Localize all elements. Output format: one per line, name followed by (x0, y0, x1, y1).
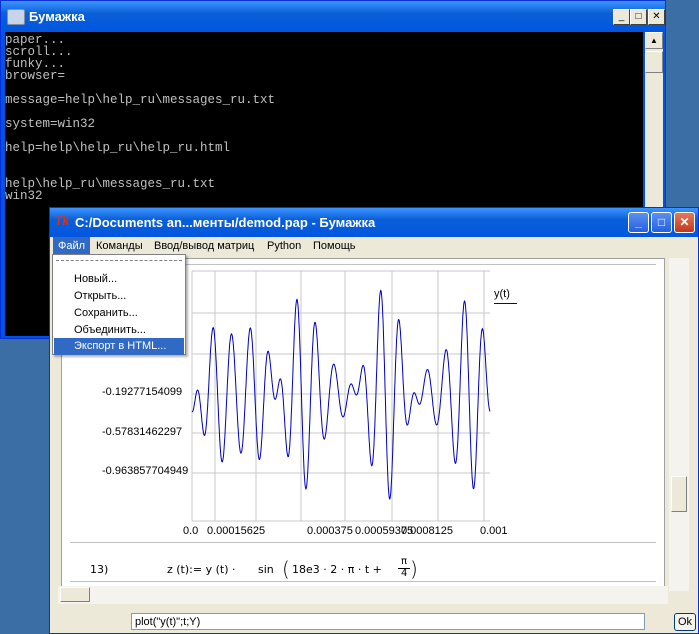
menu-item-export-html[interactable]: Экспорт в HTML... (54, 338, 184, 355)
maximize-button[interactable]: □ (630, 9, 647, 25)
minimize-button[interactable]: _ (613, 9, 630, 25)
y-tick-label: -0.19277154099 (102, 386, 183, 398)
scroll-up-arrow-icon[interactable]: ▲ (645, 32, 663, 49)
x-tick-label: 0.001 (480, 525, 508, 537)
console-titlebar[interactable]: Бумажка _ □ ✕ (1, 1, 665, 32)
console-app-icon (7, 9, 25, 25)
menu-help[interactable]: Помощь (308, 237, 361, 256)
formula-args: 18e3 · 2 · π · t + (292, 563, 382, 576)
legend-label: y(t) (494, 288, 510, 300)
minimize-button[interactable]: _ (628, 212, 649, 233)
formula-paren-right: ) (410, 557, 418, 581)
file-menu-dropdown: Новый... Открыть... Сохранить... Объедин… (52, 254, 186, 355)
y-tick-label: -0.963857704949 (102, 465, 189, 477)
menu-item-open[interactable]: Открыть... (54, 288, 184, 305)
menu-item-merge[interactable]: Объединить... (54, 322, 184, 339)
menu-item-new[interactable]: Новый... (54, 271, 184, 288)
console-text: paper... scroll... funky... browser= mes… (5, 33, 276, 203)
formula-lhs: z (t):= y (t) · (167, 563, 236, 576)
paper-titlebar[interactable]: Tk C:/Documents an...менты/demod.pap - Б… (50, 208, 698, 237)
menu-tearoff[interactable] (56, 260, 182, 261)
console-scroll-thumb[interactable] (645, 51, 663, 73)
series-line-y-t (191, 289, 491, 500)
maximize-button[interactable]: □ (651, 212, 672, 233)
formula-sin: sin (258, 563, 274, 576)
y-tick-label: -0.57831462297 (102, 426, 183, 438)
formula-frac-num: π (401, 556, 408, 567)
document-vscroll-thumb[interactable] (671, 476, 687, 512)
ok-button[interactable]: Ok (674, 613, 696, 631)
formula-paren-left: ( (282, 557, 290, 581)
legend-line (494, 303, 517, 304)
menu-item-save[interactable]: Сохранить... (54, 305, 184, 322)
tk-app-icon: Tk (55, 214, 70, 228)
formula-frac-den: 4 (401, 568, 408, 579)
menu-python[interactable]: Python (262, 237, 306, 256)
x-tick-label: 0.0 (183, 525, 199, 537)
command-input[interactable] (131, 613, 645, 630)
console-title: Бумажка (29, 9, 85, 24)
divider (70, 581, 656, 582)
document-vscroll[interactable] (669, 258, 689, 591)
close-button[interactable]: ✕ (648, 9, 665, 25)
close-button[interactable]: ✕ (674, 212, 695, 233)
divider (70, 542, 656, 543)
document-hscroll-thumb[interactable] (60, 587, 90, 602)
paper-title: C:/Documents an...менты/demod.pap - Бума… (75, 215, 376, 230)
document-hscroll[interactable] (58, 586, 668, 604)
x-tick-label: 0.00015625 (207, 525, 266, 537)
x-tick-label: 0.0008125 (401, 525, 453, 537)
formula-number: 13) (90, 563, 109, 576)
x-tick-label: 0.000375 (307, 525, 353, 537)
